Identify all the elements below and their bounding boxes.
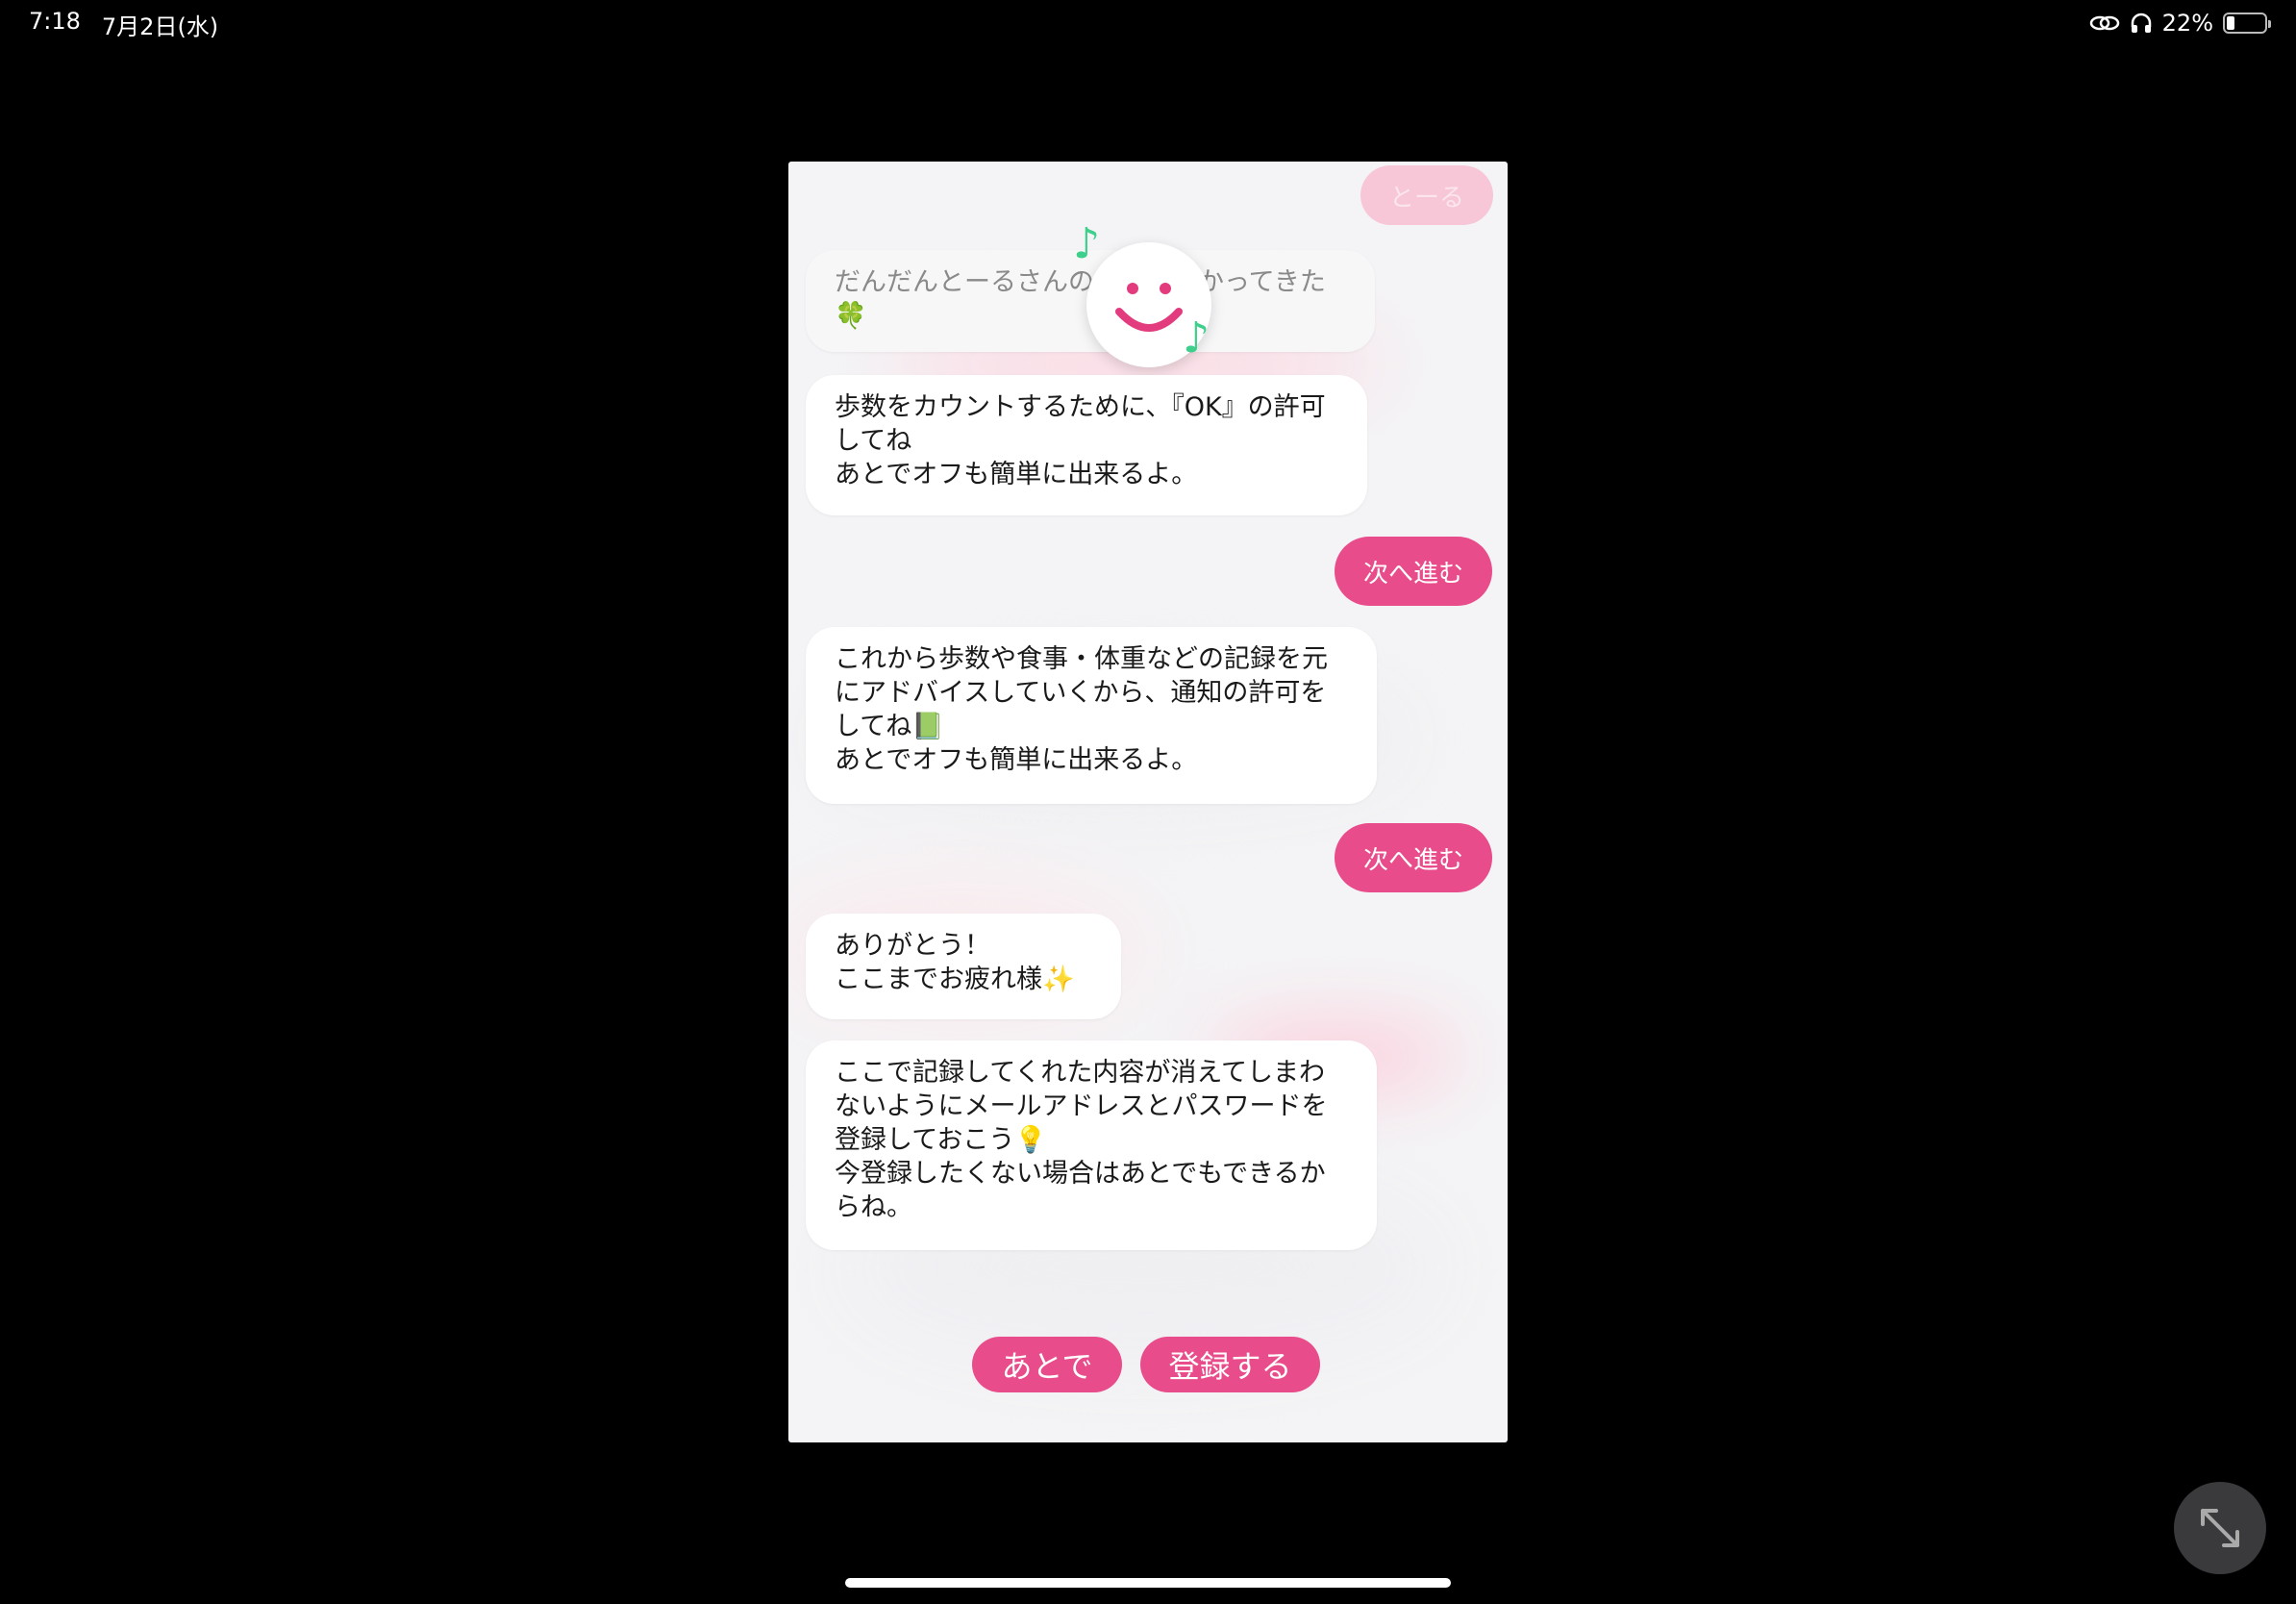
status-date: 7月2日(水) [101, 13, 219, 40]
next-step-button[interactable]: 次へ進む [1335, 823, 1492, 892]
message-text: 歩数をカウントするために、『OK』の許可してね あとでオフも簡単に出来るよ。 [835, 392, 1326, 489]
next-step-button[interactable]: 次へ進む [1335, 537, 1492, 606]
status-time: 7:18 [29, 8, 81, 35]
music-note-icon: ♪ [1183, 313, 1210, 363]
link-icon [2089, 15, 2119, 31]
expand-button[interactable] [2174, 1482, 2266, 1574]
message-bubble: 歩数をカウントするために、『OK』の許可してね あとでオフも簡単に出来るよ。 [806, 375, 1367, 515]
battery-level [2227, 16, 2235, 30]
home-indicator[interactable] [845, 1578, 1451, 1588]
message-bubble: ありがとう！ ここまでお疲れ様✨ [806, 914, 1121, 1019]
music-note-icon: ♪ [1073, 219, 1101, 268]
message-bubble: これから歩数や食事・体重などの記録を元にアドバイスしていくから、通知の許可をして… [806, 627, 1377, 804]
message-text: ここで記録してくれた内容が消えてしまわないようにメールアドレスとパスワードを登録… [835, 1058, 1328, 1222]
status-bar-right: 22% [2089, 10, 2271, 37]
later-button[interactable]: あとで [972, 1337, 1122, 1392]
battery-percent: 22% [2161, 10, 2213, 37]
headphones-icon [2131, 13, 2151, 33]
message-bubble: ここで記録してくれた内容が消えてしまわないようにメールアドレスとパスワードを登録… [806, 1040, 1377, 1250]
expand-icon [2201, 1509, 2239, 1547]
message-text: これから歩数や食事・体重などの記録を元にアドバイスしていくから、通知の許可をして… [835, 644, 1328, 775]
status-bar-left: 7:18 7月2日(水) [29, 8, 218, 41]
register-button[interactable]: 登録する [1140, 1337, 1320, 1392]
previous-reply-bubble: とーる [1360, 165, 1493, 225]
message-text: ありがとう！ ここまでお疲れ様✨ [835, 931, 1075, 994]
chat-panel[interactable]: とーる だんだんとーるさんのことがわかってきた🍀 ♪ ♪ 歩数をカウントするため… [788, 162, 1508, 1442]
battery-icon [2223, 13, 2271, 34]
